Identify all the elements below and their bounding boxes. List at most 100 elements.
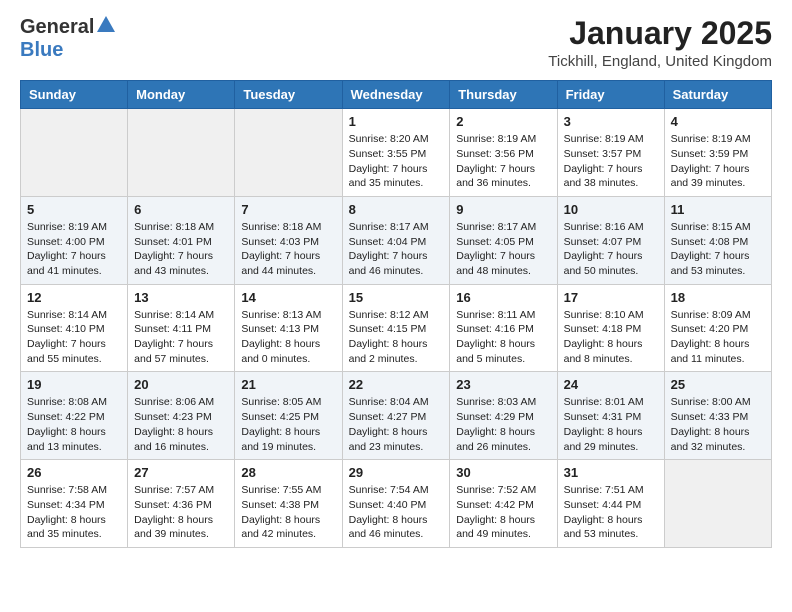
day-info: Sunrise: 8:00 AMSunset: 4:33 PMDaylight:… [671, 395, 765, 454]
day-number: 7 [241, 202, 335, 217]
calendar-day-cell: 13 Sunrise: 8:14 AMSunset: 4:11 PMDayligh… [128, 284, 235, 372]
day-info: Sunrise: 8:01 AMSunset: 4:31 PMDaylight:… [564, 395, 658, 454]
calendar-day-cell: 11 Sunrise: 8:15 AMSunset: 4:08 PMDayligh… [664, 196, 771, 284]
day-number: 21 [241, 377, 335, 392]
day-number: 9 [456, 202, 550, 217]
day-info: Sunrise: 8:18 AMSunset: 4:01 PMDaylight:… [134, 220, 228, 279]
day-number: 18 [671, 290, 765, 305]
day-number: 12 [27, 290, 121, 305]
calendar-day-cell: 20 Sunrise: 8:06 AMSunset: 4:23 PMDayligh… [128, 372, 235, 460]
calendar-day-cell: 12 Sunrise: 8:14 AMSunset: 4:10 PMDayligh… [21, 284, 128, 372]
day-info: Sunrise: 8:06 AMSunset: 4:23 PMDaylight:… [134, 395, 228, 454]
day-info: Sunrise: 8:03 AMSunset: 4:29 PMDaylight:… [456, 395, 550, 454]
location: Tickhill, England, United Kingdom [548, 53, 772, 70]
calendar-day-cell [128, 109, 235, 197]
header-thursday: Thursday [450, 81, 557, 109]
day-info: Sunrise: 8:12 AMSunset: 4:15 PMDaylight:… [349, 308, 444, 367]
day-number: 29 [349, 465, 444, 480]
day-number: 14 [241, 290, 335, 305]
day-info: Sunrise: 7:55 AMSunset: 4:38 PMDaylight:… [241, 483, 335, 542]
header: General Blue January 2025 Tickhill, Engl… [20, 16, 772, 70]
day-number: 15 [349, 290, 444, 305]
day-info: Sunrise: 8:18 AMSunset: 4:03 PMDaylight:… [241, 220, 335, 279]
calendar-day-cell: 31 Sunrise: 7:51 AMSunset: 4:44 PMDayligh… [557, 460, 664, 548]
calendar-day-cell: 14 Sunrise: 8:13 AMSunset: 4:13 PMDayligh… [235, 284, 342, 372]
day-number: 31 [564, 465, 658, 480]
calendar-day-cell: 10Sunrise: 8:16 AMSunset: 4:07 PMDayligh… [557, 196, 664, 284]
day-info: Sunrise: 8:14 AMSunset: 4:10 PMDaylight:… [27, 308, 121, 367]
day-number: 13 [134, 290, 228, 305]
day-number: 26 [27, 465, 121, 480]
calendar-header-row: Sunday Monday Tuesday Wednesday Thursday… [21, 81, 772, 109]
calendar-day-cell: 26Sunrise: 7:58 AMSunset: 4:34 PMDayligh… [21, 460, 128, 548]
logo: General Blue [20, 16, 115, 62]
day-number: 19 [27, 377, 121, 392]
header-wednesday: Wednesday [342, 81, 450, 109]
day-number: 10 [564, 202, 658, 217]
calendar-day-cell: 28Sunrise: 7:55 AMSunset: 4:38 PMDayligh… [235, 460, 342, 548]
day-info: Sunrise: 8:19 AMSunset: 3:56 PMDaylight:… [456, 132, 550, 191]
calendar-day-cell: 17 Sunrise: 8:10 AMSunset: 4:18 PMDayligh… [557, 284, 664, 372]
calendar-day-cell: 4 Sunrise: 8:19 AMSunset: 3:59 PMDaylight… [664, 109, 771, 197]
day-info: Sunrise: 8:09 AMSunset: 4:20 PMDaylight:… [671, 308, 765, 367]
header-friday: Friday [557, 81, 664, 109]
calendar-day-cell: 29 Sunrise: 7:54 AMSunset: 4:40 PMDayligh… [342, 460, 450, 548]
calendar-day-cell: 18 Sunrise: 8:09 AMSunset: 4:20 PMDayligh… [664, 284, 771, 372]
day-info: Sunrise: 8:19 AMSunset: 3:57 PMDaylight:… [564, 132, 658, 191]
day-number: 2 [456, 114, 550, 129]
calendar-day-cell: 2 Sunrise: 8:19 AMSunset: 3:56 PMDaylight… [450, 109, 557, 197]
day-number: 1 [349, 114, 444, 129]
calendar-day-cell: 23 Sunrise: 8:03 AMSunset: 4:29 PMDayligh… [450, 372, 557, 460]
day-info: Sunrise: 8:17 AMSunset: 4:04 PMDaylight:… [349, 220, 444, 279]
week-row-5: 26Sunrise: 7:58 AMSunset: 4:34 PMDayligh… [21, 460, 772, 548]
header-saturday: Saturday [664, 81, 771, 109]
day-number: 24 [564, 377, 658, 392]
day-info: Sunrise: 7:54 AMSunset: 4:40 PMDaylight:… [349, 483, 444, 542]
day-number: 17 [564, 290, 658, 305]
calendar-day-cell: 6Sunrise: 8:18 AMSunset: 4:01 PMDaylight… [128, 196, 235, 284]
month-title: January 2025 [548, 16, 772, 51]
calendar-day-cell: 8Sunrise: 8:17 AMSunset: 4:04 PMDaylight… [342, 196, 450, 284]
calendar-day-cell [235, 109, 342, 197]
day-number: 23 [456, 377, 550, 392]
day-info: Sunrise: 7:52 AMSunset: 4:42 PMDaylight:… [456, 483, 550, 542]
day-number: 30 [456, 465, 550, 480]
header-sunday: Sunday [21, 81, 128, 109]
day-number: 11 [671, 202, 765, 217]
day-info: Sunrise: 8:08 AMSunset: 4:22 PMDaylight:… [27, 395, 121, 454]
calendar-day-cell [21, 109, 128, 197]
day-number: 27 [134, 465, 228, 480]
day-info: Sunrise: 8:11 AMSunset: 4:16 PMDaylight:… [456, 308, 550, 367]
day-info: Sunrise: 8:13 AMSunset: 4:13 PMDaylight:… [241, 308, 335, 367]
day-info: Sunrise: 8:17 AMSunset: 4:05 PMDaylight:… [456, 220, 550, 279]
week-row-1: 1Sunrise: 8:20 AMSunset: 3:55 PMDaylight… [21, 109, 772, 197]
calendar-day-cell: 21 Sunrise: 8:05 AMSunset: 4:25 PMDayligh… [235, 372, 342, 460]
calendar-day-cell: 16Sunrise: 8:11 AMSunset: 4:16 PMDayligh… [450, 284, 557, 372]
calendar-day-cell: 30 Sunrise: 7:52 AMSunset: 4:42 PMDayligh… [450, 460, 557, 548]
calendar-day-cell: 7 Sunrise: 8:18 AMSunset: 4:03 PMDaylight… [235, 196, 342, 284]
logo-blue: Blue [20, 39, 63, 61]
day-info: Sunrise: 8:05 AMSunset: 4:25 PMDaylight:… [241, 395, 335, 454]
day-number: 4 [671, 114, 765, 129]
day-info: Sunrise: 8:15 AMSunset: 4:08 PMDaylight:… [671, 220, 765, 279]
calendar-day-cell: 5Sunrise: 8:19 AMSunset: 4:00 PMDaylight… [21, 196, 128, 284]
week-row-2: 5Sunrise: 8:19 AMSunset: 4:00 PMDaylight… [21, 196, 772, 284]
day-info: Sunrise: 8:14 AMSunset: 4:11 PMDaylight:… [134, 308, 228, 367]
day-number: 25 [671, 377, 765, 392]
calendar-day-cell: 22Sunrise: 8:04 AMSunset: 4:27 PMDayligh… [342, 372, 450, 460]
day-number: 20 [134, 377, 228, 392]
week-row-4: 19 Sunrise: 8:08 AMSunset: 4:22 PMDayligh… [21, 372, 772, 460]
day-info: Sunrise: 8:19 AMSunset: 3:59 PMDaylight:… [671, 132, 765, 191]
week-row-3: 12 Sunrise: 8:14 AMSunset: 4:10 PMDayligh… [21, 284, 772, 372]
logo-triangle-icon [97, 16, 115, 37]
day-info: Sunrise: 7:51 AMSunset: 4:44 PMDaylight:… [564, 483, 658, 542]
logo-general: General [20, 16, 94, 39]
page: General Blue January 2025 Tickhill, Engl… [0, 0, 792, 564]
calendar-day-cell: 3Sunrise: 8:19 AMSunset: 3:57 PMDaylight… [557, 109, 664, 197]
calendar-day-cell: 25 Sunrise: 8:00 AMSunset: 4:33 PMDayligh… [664, 372, 771, 460]
day-info: Sunrise: 8:10 AMSunset: 4:18 PMDaylight:… [564, 308, 658, 367]
header-tuesday: Tuesday [235, 81, 342, 109]
day-number: 22 [349, 377, 444, 392]
title-block: January 2025 Tickhill, England, United K… [548, 16, 772, 70]
day-number: 5 [27, 202, 121, 217]
